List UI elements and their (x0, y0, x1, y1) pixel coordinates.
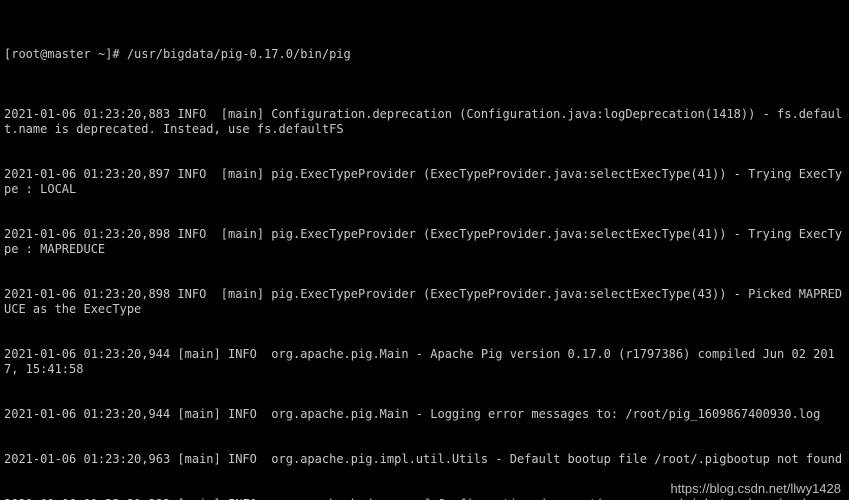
log-line: 2021-01-06 01:23:20,883 INFO [main] Conf… (4, 107, 845, 137)
terminal-window[interactable]: [root@master ~]# /usr/bigdata/pig-0.17.0… (0, 0, 849, 500)
log-line: 2021-01-06 01:23:20,963 [main] INFO org.… (4, 452, 845, 467)
shell-prompt-line: [root@master ~]# /usr/bigdata/pig-0.17.0… (4, 47, 845, 62)
log-line: 2021-01-06 01:23:20,944 [main] INFO org.… (4, 347, 845, 377)
log-line: 2021-01-06 01:23:20,898 INFO [main] pig.… (4, 287, 845, 317)
log-line: 2021-01-06 01:23:20,944 [main] INFO org.… (4, 407, 845, 422)
log-line: 2021-01-06 01:23:20,897 INFO [main] pig.… (4, 167, 845, 197)
log-line: 2021-01-06 01:23:20,898 INFO [main] pig.… (4, 227, 845, 257)
watermark-text: https://blog.csdn.net/llwy1428 (670, 481, 841, 496)
